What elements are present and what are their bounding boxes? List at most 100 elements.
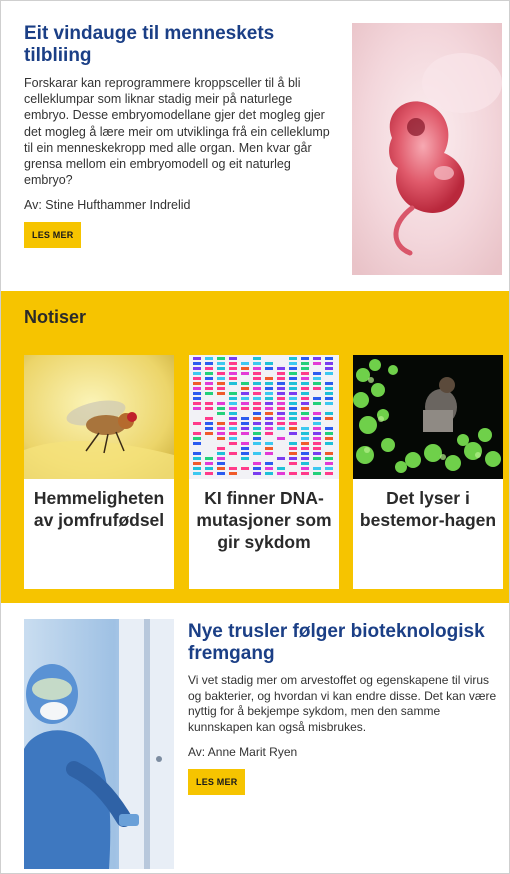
dna-band bbox=[241, 422, 249, 425]
dna-band bbox=[205, 387, 213, 390]
dna-band bbox=[325, 437, 333, 440]
dna-band bbox=[253, 472, 261, 475]
dna-band bbox=[277, 367, 285, 370]
glowing-plants-image bbox=[353, 355, 503, 479]
dna-band bbox=[229, 392, 237, 395]
article-title[interactable]: Eit vindauge til menneskets tilbliing bbox=[24, 23, 339, 67]
dna-band bbox=[205, 472, 213, 475]
dna-band bbox=[325, 452, 333, 455]
notice-card-dna[interactable]: KI finner DNA-mutasjoner som gir sykdom bbox=[189, 355, 339, 589]
dna-band bbox=[325, 432, 333, 435]
dna-band bbox=[253, 357, 261, 360]
dna-band bbox=[205, 362, 213, 365]
dna-band bbox=[205, 382, 213, 385]
dna-band bbox=[217, 362, 225, 365]
dna-band bbox=[301, 452, 309, 455]
dna-band bbox=[301, 382, 309, 385]
dna-band bbox=[253, 382, 261, 385]
notice-card-fruit-fly[interactable]: Hemmeligheten av jomfrufødsel bbox=[24, 355, 174, 589]
newsletter: Eit vindauge til menneskets tilbliing Fo… bbox=[0, 0, 510, 874]
section-heading: Notiser bbox=[24, 307, 87, 327]
dna-band bbox=[253, 397, 261, 400]
dna-band bbox=[313, 447, 321, 450]
dna-band bbox=[265, 377, 273, 380]
dna-band bbox=[313, 422, 321, 425]
dna-band bbox=[301, 462, 309, 465]
dna-band bbox=[241, 362, 249, 365]
dna-band bbox=[205, 427, 213, 430]
dna-band bbox=[289, 422, 297, 425]
embryo-image[interactable] bbox=[352, 23, 502, 275]
article-text: Eit vindauge til menneskets tilbliing Fo… bbox=[24, 23, 339, 249]
lab-worker-image[interactable] bbox=[24, 619, 174, 869]
dna-band bbox=[253, 392, 261, 395]
read-more-button[interactable]: LES MER bbox=[188, 769, 246, 796]
dna-band bbox=[265, 362, 273, 365]
dna-band bbox=[229, 397, 237, 400]
dna-band bbox=[301, 377, 309, 380]
article-byline: Av: Stine Hufthammer Indrelid bbox=[24, 198, 191, 213]
dna-band bbox=[277, 407, 285, 410]
dna-band bbox=[277, 372, 285, 375]
dna-band bbox=[253, 427, 261, 430]
dna-band bbox=[253, 417, 261, 420]
dna-band bbox=[301, 392, 309, 395]
dna-band bbox=[325, 462, 333, 465]
dna-band bbox=[193, 372, 201, 375]
dna-band bbox=[277, 412, 285, 415]
dna-band bbox=[229, 437, 237, 440]
dna-band bbox=[229, 467, 237, 470]
dna-band bbox=[301, 372, 309, 375]
dna-band bbox=[301, 432, 309, 435]
read-more-button[interactable]: LES MER bbox=[24, 222, 82, 249]
dna-band bbox=[205, 417, 213, 420]
notice-card-glowing-plants[interactable]: Det lyser i bestemor-hagen bbox=[353, 355, 503, 589]
dna-band bbox=[313, 372, 321, 375]
dna-band bbox=[313, 357, 321, 360]
dna-band bbox=[277, 417, 285, 420]
dna-band bbox=[289, 357, 297, 360]
dna-band bbox=[289, 442, 297, 445]
notice-caption: KI finner DNA-mutasjoner som gir sykdom bbox=[196, 488, 332, 552]
dna-band bbox=[241, 407, 249, 410]
dna-band bbox=[301, 467, 309, 470]
dna-band bbox=[205, 402, 213, 405]
dna-band bbox=[325, 367, 333, 370]
dna-band bbox=[217, 472, 225, 475]
dna-band bbox=[313, 437, 321, 440]
dna-band bbox=[313, 377, 321, 380]
dna-band bbox=[217, 392, 225, 395]
dna-band bbox=[205, 422, 213, 425]
dna-band bbox=[325, 402, 333, 405]
article-title[interactable]: Nye trusler følger bioteknologisk fremga… bbox=[188, 621, 503, 665]
dna-band bbox=[193, 467, 201, 470]
dna-band bbox=[253, 362, 261, 365]
dna-band bbox=[217, 457, 225, 460]
dna-band bbox=[289, 417, 297, 420]
dna-band bbox=[277, 457, 285, 460]
dna-band bbox=[289, 402, 297, 405]
dna-band bbox=[193, 472, 201, 475]
dna-band bbox=[217, 427, 225, 430]
dna-band bbox=[241, 432, 249, 435]
dna-band bbox=[289, 397, 297, 400]
dna-band bbox=[229, 382, 237, 385]
dna-sequencing-image bbox=[189, 355, 339, 479]
dna-band bbox=[205, 467, 213, 470]
dna-band bbox=[217, 382, 225, 385]
dna-band bbox=[193, 402, 201, 405]
dna-band bbox=[301, 357, 309, 360]
dna-band bbox=[325, 427, 333, 430]
dna-band bbox=[277, 392, 285, 395]
dna-band bbox=[289, 382, 297, 385]
dna-band bbox=[241, 447, 249, 450]
dna-band bbox=[193, 377, 201, 380]
dna-band bbox=[193, 397, 201, 400]
dna-band bbox=[229, 402, 237, 405]
dna-band bbox=[217, 452, 225, 455]
dna-band bbox=[289, 407, 297, 410]
dna-band bbox=[301, 367, 309, 370]
article-biotech: Nye trusler følger bioteknologisk fremga… bbox=[1, 603, 509, 873]
dna-band bbox=[265, 397, 273, 400]
dna-band bbox=[277, 422, 285, 425]
